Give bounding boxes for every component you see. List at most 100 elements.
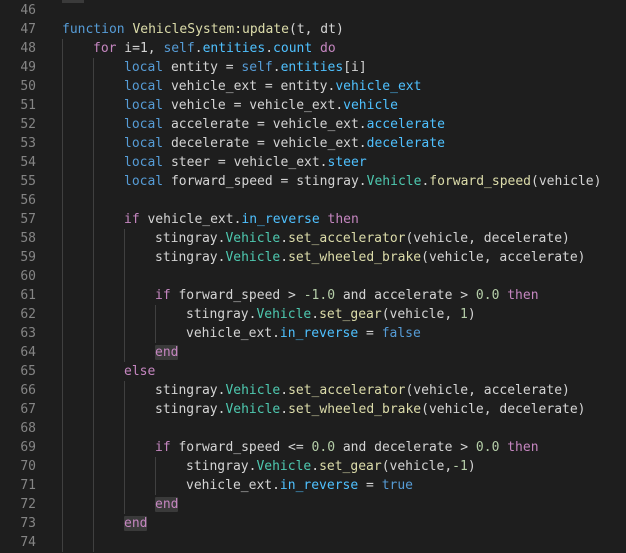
code-line[interactable]: 65 else bbox=[0, 362, 626, 381]
code-line[interactable]: 70 stingray.Vehicle.set_gear(vehicle,-1) bbox=[0, 457, 626, 476]
line-number: 66 bbox=[20, 383, 36, 398]
code-token: local bbox=[124, 174, 164, 189]
line-number: 54 bbox=[20, 155, 36, 170]
code-line[interactable]: 48 for i=1, self.entities.count do bbox=[0, 39, 626, 58]
line-number: 61 bbox=[20, 288, 36, 303]
code-token: self bbox=[163, 41, 195, 56]
code-token: ) bbox=[467, 459, 476, 474]
line-number: 62 bbox=[20, 307, 36, 322]
code-token: . bbox=[194, 41, 203, 56]
code-token: and accelerate > bbox=[335, 288, 476, 303]
code-line[interactable]: 71 vehicle_ext.in_reverse = true bbox=[0, 476, 626, 495]
code-token: vehicle_ext = entity. bbox=[163, 79, 336, 94]
code-token: . bbox=[280, 383, 289, 398]
code-text: stingray.Vehicle.set_gear(vehicle,-1) bbox=[186, 457, 476, 476]
code-line[interactable]: 47 function VehicleSystem:update(t, dt) bbox=[0, 20, 626, 39]
code-line[interactable]: 51 local vehicle = vehicle_ext.vehicle bbox=[0, 96, 626, 115]
code-line[interactable]: 72 end bbox=[0, 495, 626, 514]
code-token: set_gear bbox=[319, 307, 382, 322]
code-token: set_accelerator bbox=[288, 231, 406, 246]
code-token: in_reverse bbox=[241, 212, 320, 227]
code-token: VehicleSystem:update bbox=[132, 22, 289, 37]
code-token: Vehicle bbox=[256, 307, 312, 322]
code-line[interactable]: 46 bbox=[0, 1, 626, 20]
code-text: stingray.Vehicle.set_accelerator(vehicle… bbox=[155, 229, 570, 248]
code-token: stingray. bbox=[186, 459, 257, 474]
code-token: forward_speed > bbox=[170, 288, 304, 303]
code-token: set_gear bbox=[319, 459, 382, 474]
code-token: stingray. bbox=[186, 307, 257, 322]
line-number: 73 bbox=[20, 516, 36, 531]
code-line[interactable]: 74 bbox=[0, 533, 626, 552]
code-token: local bbox=[124, 155, 164, 170]
code-token: local bbox=[124, 79, 164, 94]
code-line[interactable]: 73 end bbox=[0, 514, 626, 533]
code-token: then bbox=[507, 440, 539, 455]
code-line[interactable]: 67 stingray.Vehicle.set_wheeled_brake(veh… bbox=[0, 400, 626, 419]
code-token: vehicle_ext. bbox=[186, 326, 280, 341]
code-line[interactable]: 55 local forward_speed = stingray.Vehicle… bbox=[0, 172, 626, 191]
line-number: 71 bbox=[20, 478, 36, 493]
code-token: 1 bbox=[459, 307, 468, 322]
code-token: ) bbox=[467, 307, 476, 322]
code-token: = bbox=[358, 326, 382, 341]
code-line[interactable]: 53 local decelerate = vehicle_ext.deceler… bbox=[0, 134, 626, 153]
code-line[interactable]: 54 local steer = vehicle_ext.steer bbox=[0, 153, 626, 172]
code-token: vehicle bbox=[343, 98, 398, 113]
code-line[interactable]: 52 local accelerate = vehicle_ext.acceler… bbox=[0, 115, 626, 134]
code-token: end bbox=[155, 497, 179, 512]
line-number: 67 bbox=[20, 402, 36, 417]
code-token: true bbox=[381, 478, 413, 493]
line-number: 68 bbox=[20, 421, 36, 436]
code-token: for bbox=[93, 41, 117, 56]
code-line[interactable]: 59 stingray.Vehicle.set_wheeled_brake(veh… bbox=[0, 248, 626, 267]
code-token: (vehicle, decelerate) bbox=[421, 402, 586, 417]
code-token: forward_speed <= bbox=[170, 440, 312, 455]
code-line[interactable]: 60 bbox=[0, 267, 626, 286]
code-line[interactable]: 64 end bbox=[0, 343, 626, 362]
code-line[interactable]: 69 if forward_speed <= 0.0 and decelerate… bbox=[0, 438, 626, 457]
code-line[interactable]: 68 bbox=[0, 419, 626, 438]
code-token: set_wheeled_brake bbox=[288, 402, 422, 417]
code-line[interactable]: 58 stingray.Vehicle.set_accelerator(vehic… bbox=[0, 229, 626, 248]
line-number: 53 bbox=[20, 136, 36, 151]
code-line[interactable]: 56 bbox=[0, 191, 626, 210]
code-token: count bbox=[273, 41, 313, 56]
code-token: . bbox=[280, 231, 289, 246]
code-token: forward_speed = stingray. bbox=[163, 174, 367, 189]
code-token: in_reverse bbox=[279, 478, 359, 493]
line-number: 60 bbox=[20, 269, 36, 284]
code-token: and decelerate > bbox=[335, 440, 476, 455]
code-line[interactable]: 66 stingray.Vehicle.set_accelerator(vehic… bbox=[0, 381, 626, 400]
code-token: function bbox=[62, 22, 125, 37]
code-token: vehicle_ext bbox=[335, 79, 422, 94]
code-line[interactable]: 63 vehicle_ext.in_reverse = false bbox=[0, 324, 626, 343]
line-number: 46 bbox=[20, 3, 36, 18]
code-token: Vehicle bbox=[225, 250, 281, 265]
code-token: self bbox=[241, 60, 273, 75]
code-token: (vehicle, bbox=[381, 307, 460, 322]
code-line[interactable]: 49 local entity = self.entities[i] bbox=[0, 58, 626, 77]
code-token: steer bbox=[327, 155, 367, 170]
code-token: = bbox=[358, 478, 382, 493]
code-line[interactable]: 50 local vehicle_ext = entity.vehicle_ext bbox=[0, 77, 626, 96]
code-token: false bbox=[381, 326, 421, 341]
code-text: vehicle_ext.in_reverse = true bbox=[186, 476, 413, 495]
code-token: Vehicle bbox=[225, 402, 281, 417]
code-line[interactable]: 61 if forward_speed > -1.0 and accelerate… bbox=[0, 286, 626, 305]
code-editor[interactable]: 46 47 function VehicleSystem:update(t, dt)… bbox=[0, 0, 626, 553]
code-token: forward_speed bbox=[429, 174, 532, 189]
code-token: vehicle_ext. bbox=[186, 478, 280, 493]
code-text: end bbox=[155, 343, 179, 362]
code-token: (vehicle, bbox=[381, 459, 453, 474]
code-token: vehicle = vehicle_ext. bbox=[163, 98, 344, 113]
code-line[interactable]: 62 stingray.Vehicle.set_gear(vehicle, 1) bbox=[0, 305, 626, 324]
code-token: . bbox=[311, 459, 320, 474]
code-text: local forward_speed = stingray.Vehicle.f… bbox=[124, 172, 601, 191]
code-text: stingray.Vehicle.set_wheeled_brake(vehic… bbox=[155, 400, 586, 419]
code-token: if bbox=[124, 212, 140, 227]
code-line[interactable]: 57 if vehicle_ext.in_reverse then bbox=[0, 210, 626, 229]
code-token: . bbox=[311, 307, 320, 322]
code-token: local bbox=[124, 117, 164, 132]
